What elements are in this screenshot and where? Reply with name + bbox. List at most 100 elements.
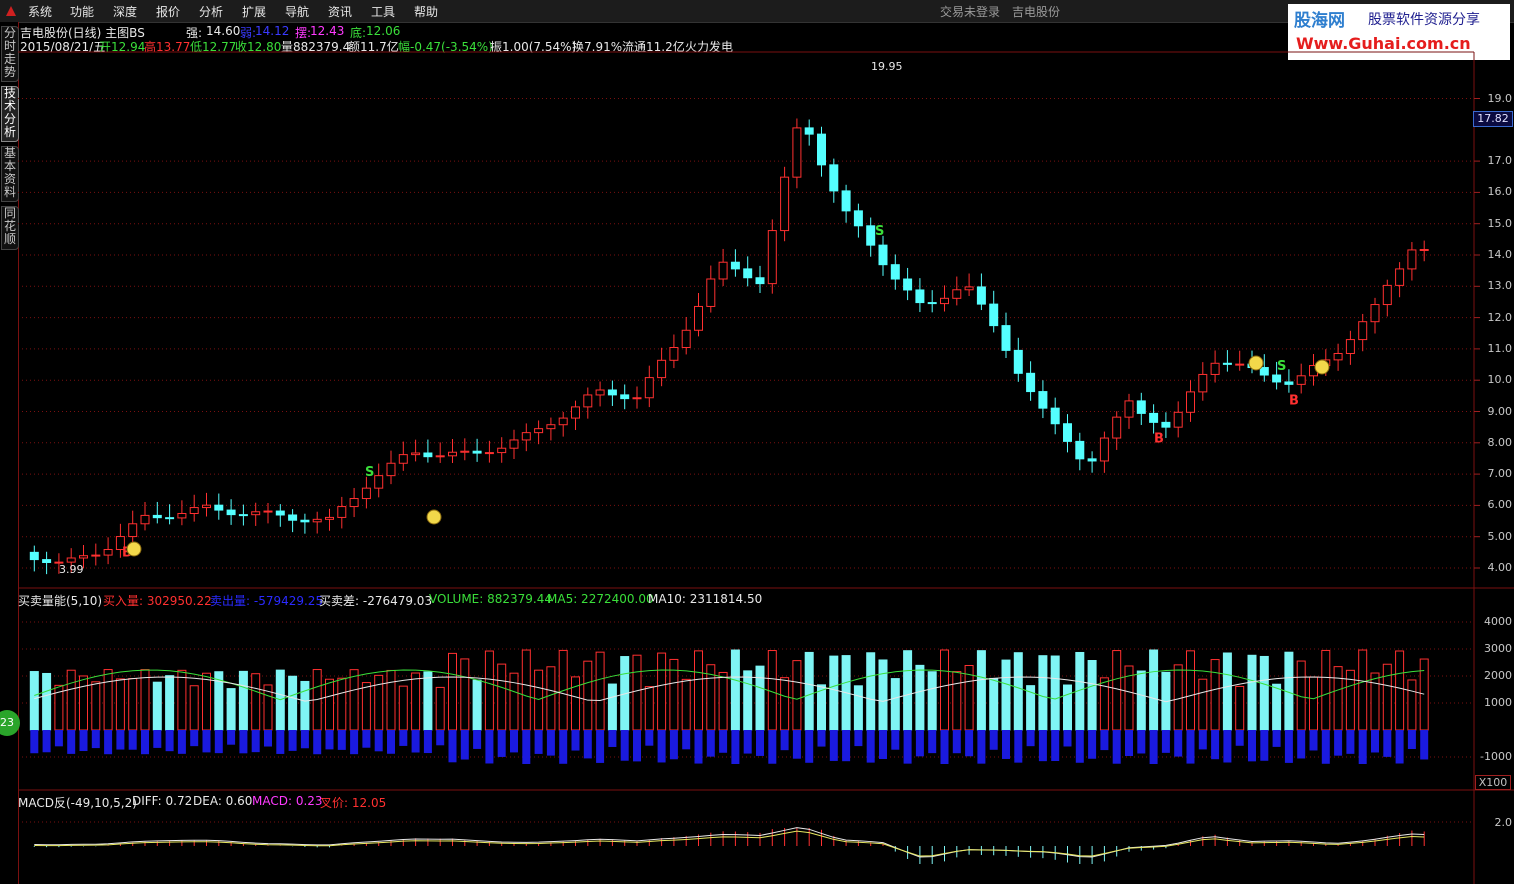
price-axis-label: 10.0 (1487, 373, 1513, 387)
candle-body (620, 394, 630, 400)
volume-bar (29, 671, 39, 731)
volume-bar (361, 682, 371, 731)
smiley-icon (1314, 359, 1330, 375)
candle-body (325, 516, 334, 520)
volume-bar (202, 672, 211, 731)
volume-bar (1210, 659, 1220, 731)
volume-axis-label: 1000 (1484, 696, 1512, 709)
sell-volume-bar (669, 730, 678, 760)
candle-body (509, 439, 519, 449)
volume-bar (226, 688, 236, 731)
candle-body (1407, 249, 1417, 270)
sell-volume-bar (522, 730, 531, 764)
smiley-icon (426, 509, 442, 525)
volume-bar (644, 686, 654, 731)
price-axis-label: 13.0 (1487, 279, 1513, 293)
smiley-icon (126, 541, 142, 557)
sell-volume-bar (1248, 730, 1256, 762)
volume-axis-label: 4000 (1484, 615, 1512, 628)
volume-bar (411, 672, 421, 731)
volume-bar (878, 659, 888, 731)
sell-volume-bar (952, 730, 961, 754)
sell-volume-bar (719, 730, 728, 753)
candle-body (460, 450, 470, 453)
volume-bar (140, 669, 150, 731)
macd-value-label: MACD: 0.23 (252, 794, 323, 808)
sell-volume-bar (436, 730, 445, 746)
sell-volume-bar (473, 730, 482, 749)
candle-body (1198, 373, 1208, 393)
sell-volume-bar (792, 730, 801, 759)
candle-body (952, 289, 962, 299)
candle-body (940, 297, 949, 305)
macd-panel-title: MACD反(-49,10,5,2) (18, 796, 137, 810)
sell-volume-bar (374, 730, 383, 752)
volume-bar (238, 670, 248, 731)
sell-volume-bar (940, 730, 949, 764)
volume-bar (1186, 650, 1195, 731)
volume-bar (1247, 654, 1257, 731)
volume-bar (484, 650, 494, 731)
sell-volume-bar (1125, 730, 1133, 757)
volume-bar (1198, 678, 1208, 731)
volume-bar (976, 650, 986, 731)
candle-body (1345, 339, 1355, 354)
candle-body (829, 164, 839, 192)
sell-volume-bar (694, 730, 703, 764)
volume-bar (829, 655, 839, 731)
sell-volume-bar (1161, 730, 1170, 753)
volume-bar (1333, 666, 1343, 731)
volume-bar (607, 683, 617, 731)
macd-diff-label: DIFF: 0.72 (132, 794, 193, 808)
volume-bar (460, 658, 470, 731)
candle-body (349, 498, 359, 508)
candle-body (546, 424, 556, 430)
candle-body (571, 406, 580, 419)
candle-body (1333, 352, 1343, 361)
candle-body (755, 277, 765, 285)
price-axis-label: 5.00 (1487, 529, 1513, 543)
volume-bar (288, 675, 298, 731)
volume-bar (448, 652, 457, 731)
sell-volume-bar (1051, 730, 1060, 761)
chart-canvas[interactable]: BSSBSB (0, 0, 1514, 884)
volume-series (29, 649, 1429, 764)
volume-bar (718, 671, 728, 731)
volume-bar (571, 676, 580, 731)
sell-volume-bar (1174, 730, 1183, 757)
sell-volume-bar (559, 730, 568, 764)
price-axis-label: 17.0 (1487, 154, 1513, 168)
candle-body (1370, 304, 1380, 323)
sell-volume-bar (276, 730, 285, 754)
volume-bar (472, 679, 482, 731)
sell-volume-bar (1371, 730, 1379, 753)
sell-volume-bar (977, 730, 986, 764)
candle-body (915, 289, 925, 304)
price-axis-label: 19.0 (1487, 91, 1513, 105)
sell-volume-bar (288, 730, 297, 751)
volume-bar (903, 650, 913, 731)
sell-volume-bar (1211, 730, 1220, 760)
sell-volume-bar (423, 730, 432, 754)
candle-body (1284, 381, 1294, 385)
candle-body (1235, 363, 1245, 366)
volume-bar (1419, 658, 1429, 731)
candle-body (275, 510, 285, 516)
candle-body (1419, 249, 1429, 252)
candle-body (398, 454, 408, 464)
candle-body (853, 210, 863, 227)
sell-volume-bar (264, 730, 272, 747)
volume-bar (534, 669, 544, 731)
price-axis-label: 16.0 (1487, 185, 1513, 199)
volume-bar (1395, 650, 1405, 731)
sell-volume-bar (30, 730, 39, 754)
macd-diff-line (34, 827, 1425, 858)
sell-volume-bar (1223, 730, 1232, 763)
volume-bar (657, 652, 667, 731)
volume-bar (1063, 684, 1072, 731)
candle-body (165, 517, 175, 520)
sell-volume-bar (153, 730, 162, 748)
sell-volume-bar (1137, 730, 1146, 754)
sell-volume-bar (190, 730, 199, 747)
candle-body (140, 514, 150, 525)
